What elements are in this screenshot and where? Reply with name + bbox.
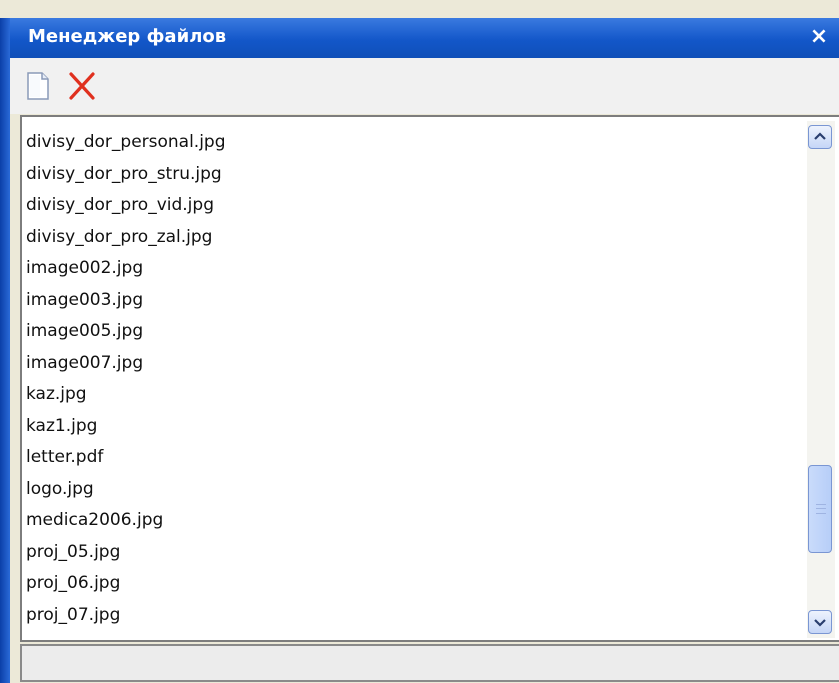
chevron-down-icon (814, 619, 826, 627)
title-bar[interactable]: Менеджер файлов × (10, 18, 839, 58)
file-list-panel: divisy_dor_personal.jpg divisy_dor_pro_st… (20, 115, 839, 642)
scroll-up-button[interactable] (808, 125, 832, 149)
file-list-item[interactable]: divisy_dor_pro_vid.jpg (26, 190, 796, 222)
vertical-scrollbar[interactable] (807, 121, 835, 638)
status-bar (20, 644, 839, 682)
file-list-item[interactable]: kaz1.jpg (26, 411, 796, 443)
file-list: divisy_dor_personal.jpg divisy_dor_pro_st… (26, 127, 796, 631)
file-list-item[interactable]: image007.jpg (26, 348, 796, 380)
scroll-down-button[interactable] (808, 610, 832, 634)
grip-icon (816, 503, 826, 514)
file-list-item[interactable]: medica2006.jpg (26, 505, 796, 537)
file-list-item[interactable]: proj_05.jpg (26, 537, 796, 569)
delete-button[interactable] (66, 70, 98, 102)
file-list-item[interactable]: logo.jpg (26, 474, 796, 506)
file-list-item[interactable]: image003.jpg (26, 285, 796, 317)
file-list-item[interactable]: proj_06.jpg (26, 568, 796, 600)
file-list-item[interactable]: divisy_dor_personal.jpg (26, 127, 796, 159)
scroll-thumb[interactable] (808, 464, 832, 553)
file-list-item[interactable]: divisy_dor_pro_zal.jpg (26, 222, 796, 254)
file-list-item[interactable]: letter.pdf (26, 442, 796, 474)
new-file-icon (27, 72, 49, 100)
file-list-item[interactable]: proj_07.jpg (26, 600, 796, 632)
file-manager-window: Менеджер файлов × divisy_dor_personal.jp… (0, 0, 839, 683)
file-list-item[interactable]: kaz.jpg (26, 379, 796, 411)
chevron-up-icon (814, 132, 826, 140)
file-list-item[interactable]: image005.jpg (26, 316, 796, 348)
toolbar (10, 58, 839, 114)
file-list-item[interactable]: image002.jpg (26, 253, 796, 285)
window-title: Менеджер файлов (28, 26, 227, 47)
close-button[interactable]: × (807, 24, 831, 50)
file-list-item[interactable]: divisy_dor_pro_stru.jpg (26, 159, 796, 191)
window-left-frame (0, 18, 10, 683)
new-file-button[interactable] (22, 70, 54, 102)
delete-icon (69, 72, 95, 100)
